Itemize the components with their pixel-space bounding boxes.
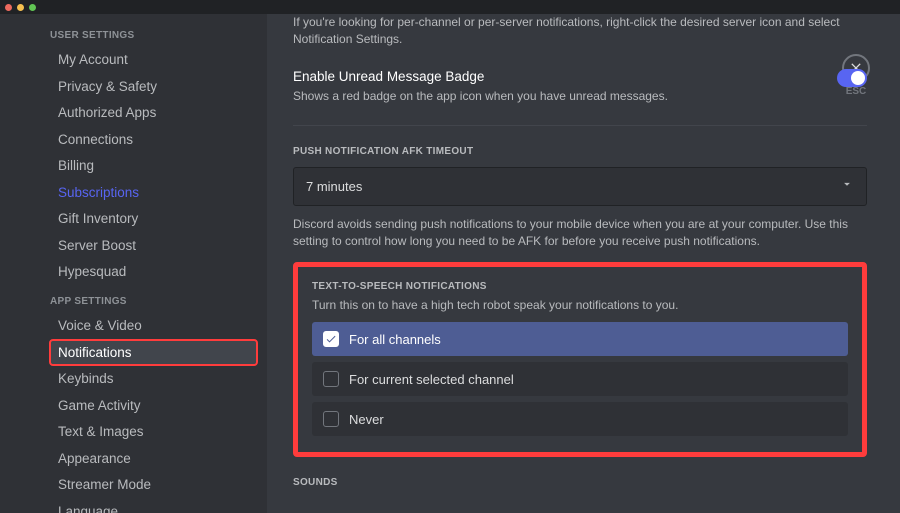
afk-timeout-value: 7 minutes xyxy=(306,179,362,194)
sidebar-item-privacy-safety[interactable]: Privacy & Safety xyxy=(50,74,257,99)
sidebar-item-streamer-mode[interactable]: Streamer Mode xyxy=(50,472,257,497)
tts-desc: Turn this on to have a high tech robot s… xyxy=(312,298,848,312)
sidebar-item-language[interactable]: Language xyxy=(50,499,257,513)
tts-option-label: For current selected channel xyxy=(349,372,514,387)
sidebar-item-connections[interactable]: Connections xyxy=(50,127,257,152)
sidebar-item-gift-inventory[interactable]: Gift Inventory xyxy=(50,206,257,231)
unread-badge-toggle[interactable] xyxy=(837,69,867,87)
sidebar-item-game-activity[interactable]: Game Activity xyxy=(50,393,257,418)
afk-timeout-select[interactable]: 7 minutes xyxy=(293,167,867,206)
sidebar-item-voice-video[interactable]: Voice & Video xyxy=(50,313,257,338)
unread-badge-desc: Shows a red badge on the app icon when y… xyxy=(293,88,668,105)
traffic-light-maximize-icon[interactable] xyxy=(29,4,36,11)
sidebar-item-subscriptions[interactable]: Subscriptions xyxy=(50,180,257,205)
tts-option-all-channels[interactable]: For all channels xyxy=(312,322,848,356)
sidebar-item-authorized-apps[interactable]: Authorized Apps xyxy=(50,100,257,125)
tts-option-current-channel[interactable]: For current selected channel xyxy=(312,362,848,396)
settings-content: If you're looking for per-channel or per… xyxy=(267,14,897,513)
tts-section: TEXT-TO-SPEECH NOTIFICATIONS Turn this o… xyxy=(293,262,867,457)
content-divider xyxy=(293,125,867,126)
settings-sidebar: USER SETTINGS My Account Privacy & Safet… xyxy=(0,14,267,513)
esc-label: ESC xyxy=(846,86,867,97)
checkbox-icon xyxy=(323,331,339,347)
sounds-header: SOUNDS xyxy=(293,477,867,488)
tts-option-never[interactable]: Never xyxy=(312,402,848,436)
sidebar-item-billing[interactable]: Billing xyxy=(50,153,257,178)
tts-option-label: Never xyxy=(349,412,384,427)
sidebar-item-keybinds[interactable]: Keybinds xyxy=(50,366,257,391)
traffic-light-close-icon[interactable] xyxy=(5,4,12,11)
user-settings-header: USER SETTINGS xyxy=(50,30,257,41)
chevron-down-icon xyxy=(840,177,854,196)
sidebar-item-server-boost[interactable]: Server Boost xyxy=(50,233,257,258)
checkbox-icon xyxy=(323,371,339,387)
window-titlebar xyxy=(0,0,900,14)
sidebar-item-appearance[interactable]: Appearance xyxy=(50,446,257,471)
checkbox-icon xyxy=(323,411,339,427)
sidebar-item-text-images[interactable]: Text & Images xyxy=(50,419,257,444)
tts-option-label: For all channels xyxy=(349,332,441,347)
per-channel-note: If you're looking for per-channel or per… xyxy=(293,14,867,49)
afk-timeout-header: PUSH NOTIFICATION AFK TIMEOUT xyxy=(293,146,867,157)
tts-header: TEXT-TO-SPEECH NOTIFICATIONS xyxy=(312,281,848,292)
sidebar-item-notifications[interactable]: Notifications xyxy=(50,340,257,365)
traffic-light-minimize-icon[interactable] xyxy=(17,4,24,11)
sidebar-item-my-account[interactable]: My Account xyxy=(50,47,257,72)
sidebar-item-hypesquad[interactable]: Hypesquad xyxy=(50,259,257,284)
unread-badge-title: Enable Unread Message Badge xyxy=(293,69,668,84)
afk-timeout-desc: Discord avoids sending push notification… xyxy=(293,216,867,251)
sound-row-message: Message xyxy=(293,504,867,513)
app-settings-header: APP SETTINGS xyxy=(50,296,257,307)
